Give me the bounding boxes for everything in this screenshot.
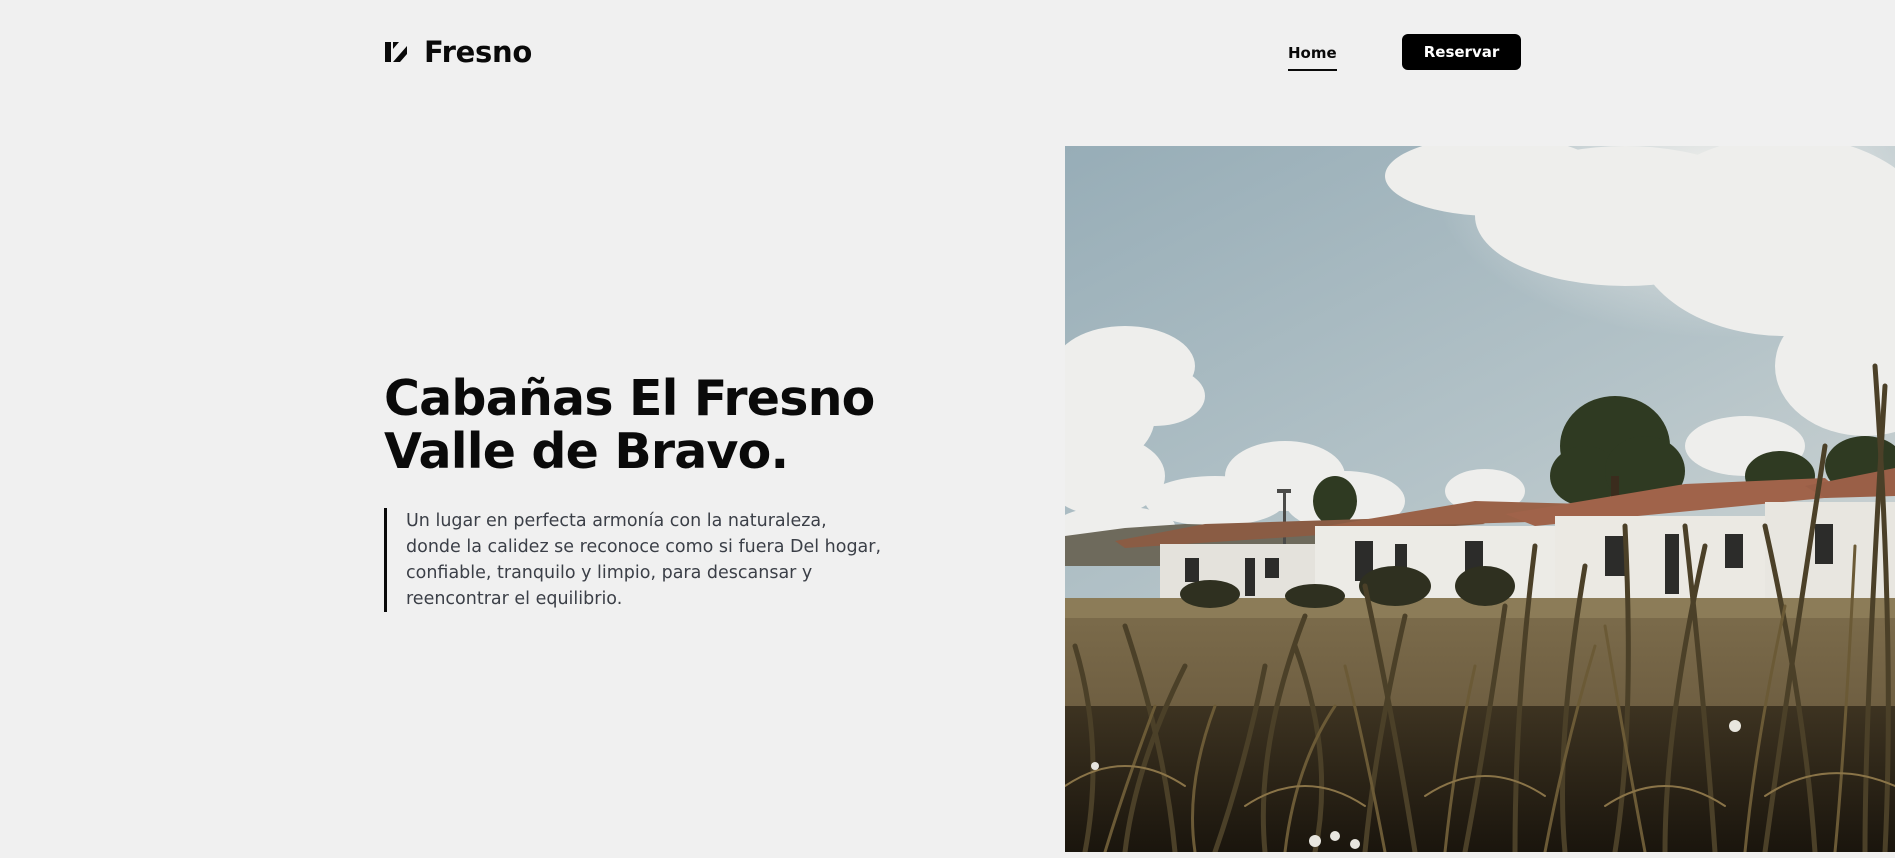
landing-page: Fresno Home Reservar Cabañas El Fresno V…	[0, 0, 1895, 858]
brand-name: Fresno	[424, 35, 532, 69]
hero-photo	[1065, 146, 1895, 852]
hero-title: Cabañas El Fresno Valle de Bravo.	[384, 372, 944, 478]
nav-home-link[interactable]: Home	[1288, 43, 1337, 71]
site-header: Fresno Home Reservar	[0, 0, 1895, 110]
cabins-landscape-image	[1065, 146, 1895, 852]
fresno-logo-icon	[385, 42, 407, 62]
hero-title-line-2: Valle de Bravo.	[384, 423, 789, 480]
brand-link[interactable]: Fresno	[384, 32, 532, 72]
hero-title-line-1: Cabañas El Fresno	[384, 370, 875, 427]
reserve-button[interactable]: Reservar	[1402, 34, 1521, 70]
hero-description: Un lugar en perfecta armonía con la natu…	[384, 508, 886, 612]
